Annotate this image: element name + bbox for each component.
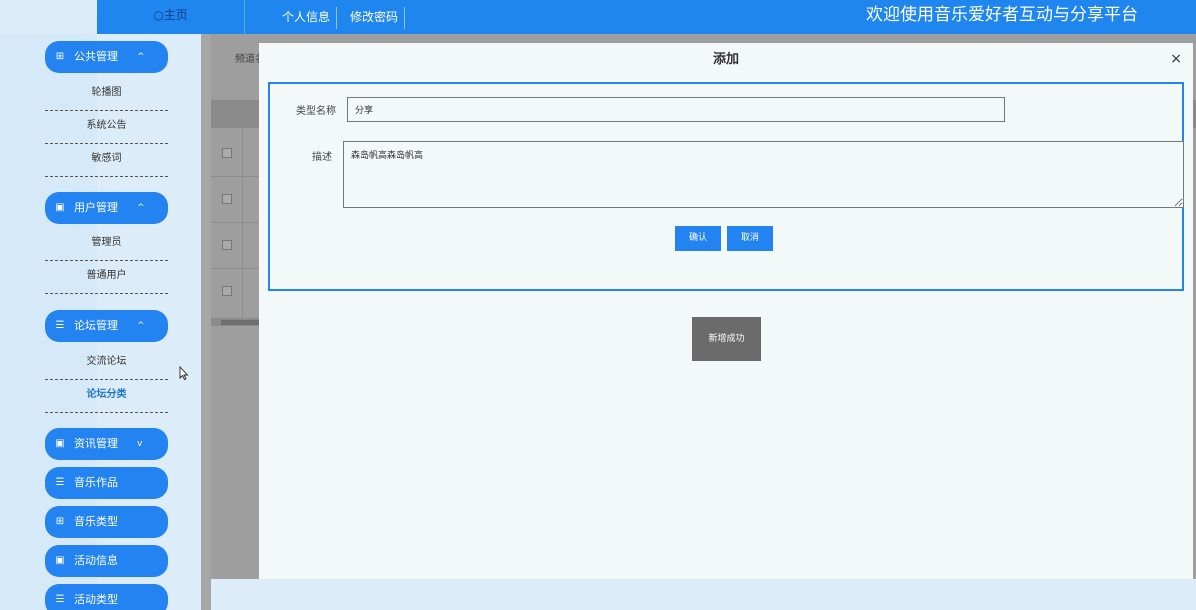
- add-dialog: 添加 × 类型名称 描述 森岛帆高森岛帆高 确认 取消 新增成功: [259, 43, 1193, 579]
- sidebar-group-public[interactable]: ⊞ 公共管理 ^: [45, 41, 168, 73]
- sidebar-group-music-types[interactable]: ⊞ 音乐类型: [45, 506, 168, 538]
- sidebar-group-label: 音乐作品: [74, 476, 118, 489]
- description-textarea[interactable]: 森岛帆高森岛帆高: [343, 141, 1184, 208]
- sidebar-group-users[interactable]: ▣ 用户管理 ^: [45, 192, 168, 224]
- list-icon: ☰: [55, 320, 65, 331]
- cancel-button[interactable]: 取消: [727, 226, 773, 251]
- sidebar-scrollbar[interactable]: [201, 34, 211, 610]
- sidebar-group-news[interactable]: ▣ 资讯管理 v: [45, 428, 168, 460]
- grid-icon: ⊞: [55, 51, 65, 62]
- home-link[interactable]: ○主页: [97, 0, 245, 34]
- sidebar-group-label: 活动类型: [74, 593, 118, 606]
- sidebar: ⊞ 公共管理 ^ 轮播图 系统公告 敏感词 ▣ 用户管理 ^ 管理员 普通用户 …: [0, 34, 201, 610]
- table-scrollbar-thumb[interactable]: [221, 320, 259, 325]
- chevron-up-icon: ^: [137, 52, 145, 62]
- footer: [211, 579, 1196, 610]
- row-checkbox[interactable]: [222, 240, 232, 250]
- top-bar: ○主页 个人信息 修改密码 欢迎使用音乐爱好者互动与分享平台: [97, 0, 1196, 34]
- list-icon: ☰: [55, 477, 65, 488]
- nav-change-password[interactable]: 修改密码: [350, 0, 398, 34]
- add-form: 类型名称 描述 森岛帆高森岛帆高 确认 取消: [268, 82, 1184, 291]
- confirm-button[interactable]: 确认: [675, 226, 721, 251]
- type-name-input[interactable]: [347, 97, 1005, 122]
- sidebar-group-music-works[interactable]: ☰ 音乐作品: [45, 467, 168, 499]
- table-row-divider: [211, 268, 259, 269]
- sidebar-item-forum[interactable]: 交流论坛: [45, 347, 168, 380]
- sidebar-item-forum-category[interactable]: 论坛分类: [45, 380, 168, 413]
- book-icon: ▣: [55, 202, 65, 213]
- success-toast: 新增成功: [692, 317, 761, 361]
- row-checkbox[interactable]: [222, 148, 232, 158]
- table-column-divider: [242, 128, 243, 318]
- sidebar-group-label: 论坛管理: [74, 319, 118, 332]
- grid-icon: ⊞: [55, 516, 65, 527]
- row-checkbox[interactable]: [222, 286, 232, 296]
- nav-divider: [336, 7, 337, 29]
- sidebar-item-carousel[interactable]: 轮播图: [45, 78, 168, 111]
- sidebar-item-admin[interactable]: 管理员: [45, 228, 168, 261]
- sidebar-group-label: 活动信息: [74, 554, 118, 567]
- table-row-divider: [211, 222, 259, 223]
- book-icon: ▣: [55, 438, 65, 449]
- dialog-title: 添加: [712, 52, 739, 67]
- sidebar-group-activity-types[interactable]: ☰ 活动类型: [45, 584, 168, 610]
- nav-divider: [404, 7, 405, 29]
- sidebar-group-activity-info[interactable]: ▣ 活动信息: [45, 545, 168, 577]
- sidebar-group-label: 用户管理: [74, 201, 118, 214]
- sidebar-item-announcement[interactable]: 系统公告: [45, 111, 168, 144]
- table-row-divider: [211, 176, 259, 177]
- chevron-up-icon: ^: [137, 203, 145, 213]
- chevron-up-icon: ^: [137, 321, 145, 331]
- type-name-label: 类型名称: [296, 106, 336, 117]
- welcome-title: 欢迎使用音乐爱好者互动与分享平台: [866, 5, 1138, 25]
- book-icon: ▣: [55, 555, 65, 566]
- sidebar-item-sensitive-words[interactable]: 敏感词: [45, 144, 168, 177]
- sidebar-group-label: 音乐类型: [74, 515, 118, 528]
- sidebar-group-label: 公共管理: [74, 50, 118, 63]
- sidebar-group-forum[interactable]: ☰ 论坛管理 ^: [45, 310, 168, 342]
- list-icon: ☰: [55, 594, 65, 605]
- nav-personal-info[interactable]: 个人信息: [282, 0, 330, 34]
- chevron-down-icon: v: [137, 439, 143, 449]
- row-checkbox[interactable]: [222, 194, 232, 204]
- description-label: 描述: [312, 152, 332, 163]
- close-icon[interactable]: ×: [1170, 51, 1182, 67]
- sidebar-group-label: 资讯管理: [74, 437, 118, 450]
- sidebar-item-normal-users[interactable]: 普通用户: [45, 261, 168, 294]
- mouse-cursor-icon: [179, 366, 189, 380]
